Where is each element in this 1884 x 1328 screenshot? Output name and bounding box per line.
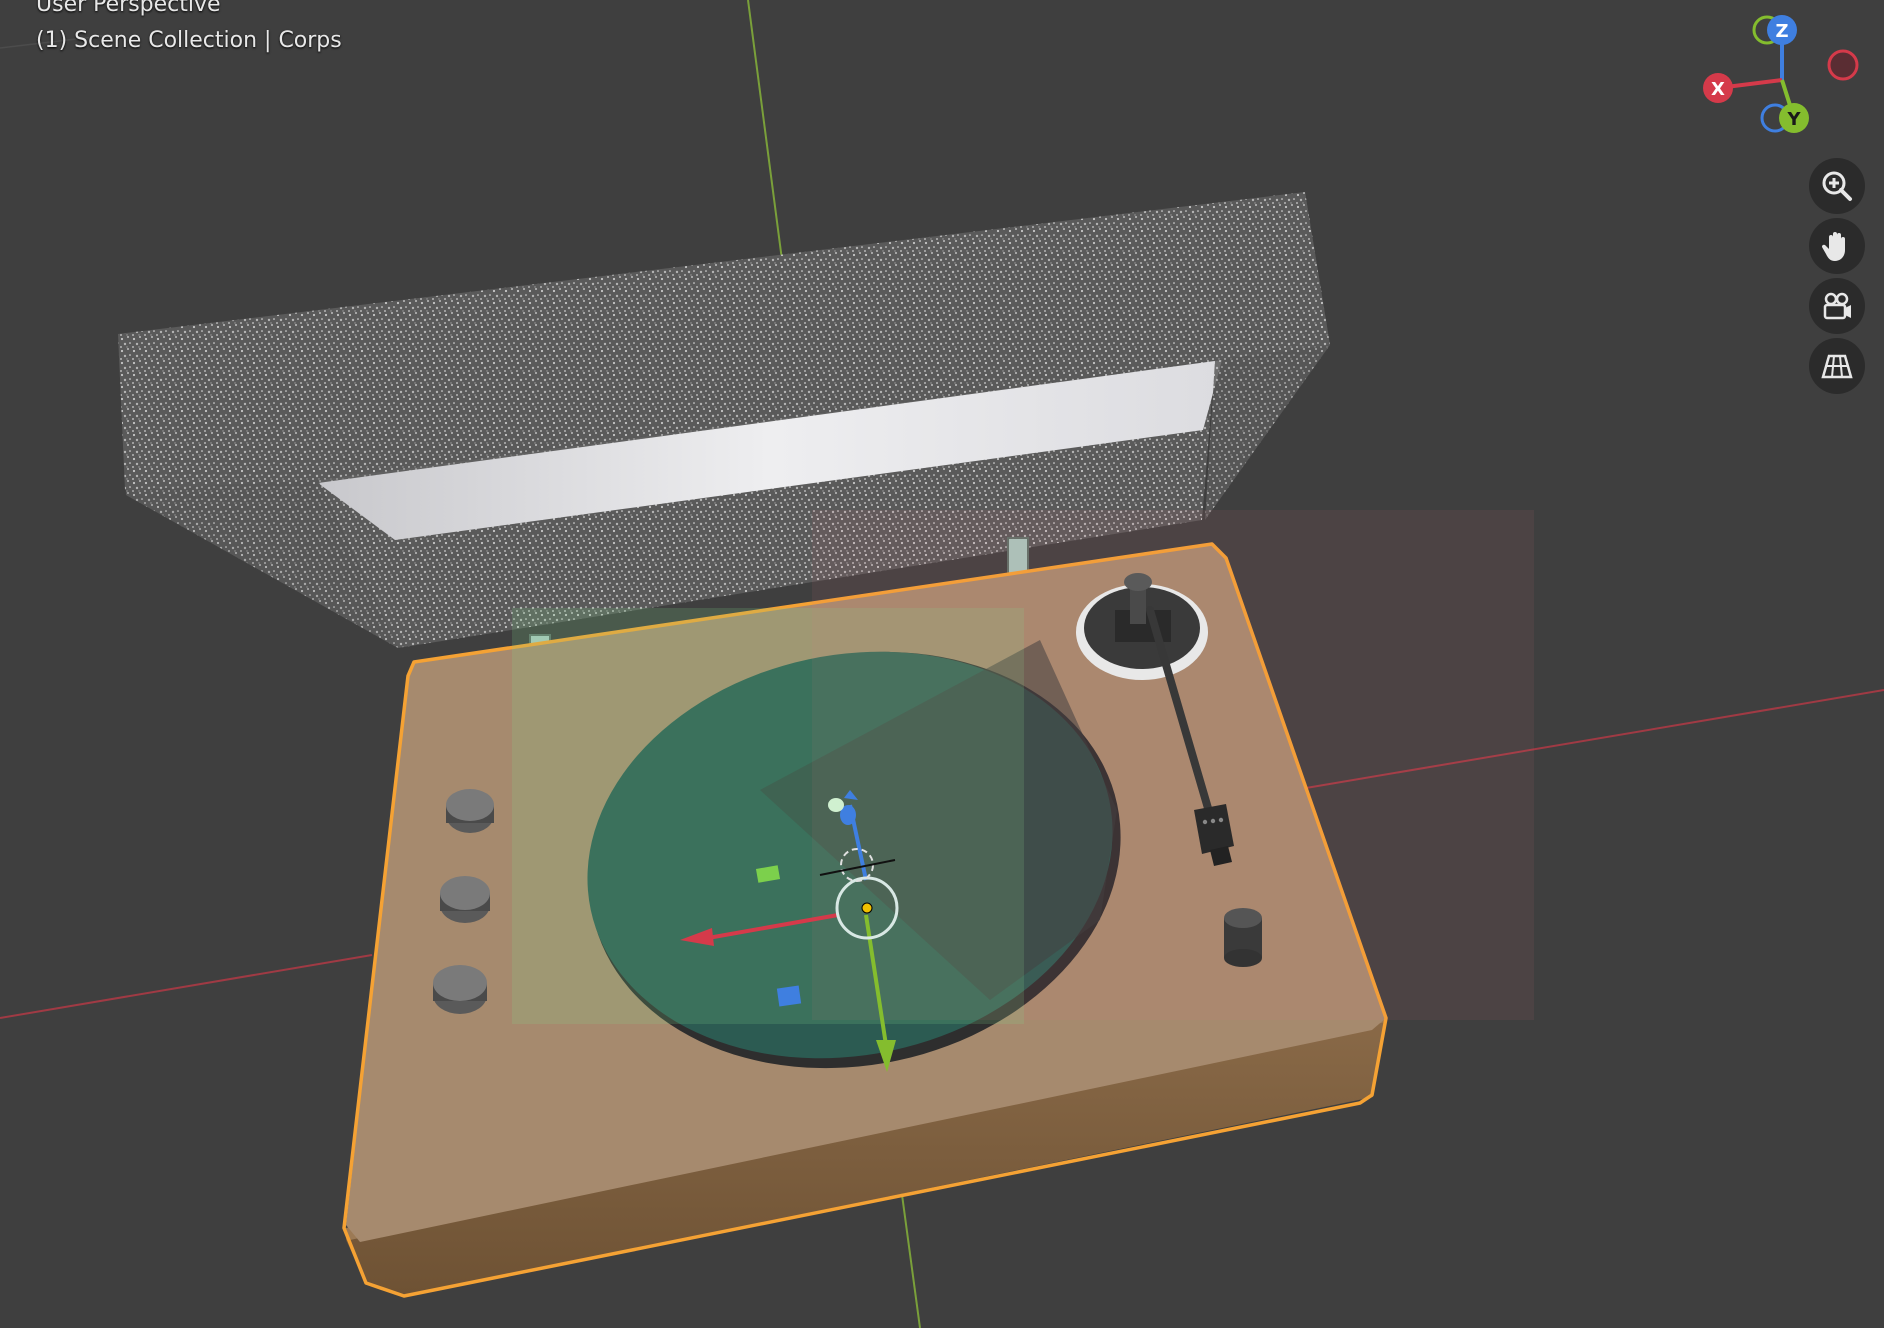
- ortho-toggle-button[interactable]: [1809, 338, 1865, 394]
- 3d-viewport[interactable]: User Perspective (1) Scene Collection | …: [0, 0, 1884, 1328]
- zoom-button[interactable]: [1809, 158, 1865, 214]
- navigation-gizmo[interactable]: Z X Y: [1690, 8, 1870, 148]
- ortho-grid-icon: [1821, 354, 1853, 379]
- camera-view-button[interactable]: [1809, 278, 1865, 334]
- x-axis-line-left: [0, 954, 373, 1019]
- scene-render[interactable]: [0, 0, 1884, 1328]
- y-axis-line: [747, 0, 783, 261]
- gizmo-y-label: Y: [1786, 109, 1801, 130]
- view-mode-label: User Perspective: [36, 0, 221, 17]
- hand-pan-icon: [1821, 232, 1845, 261]
- gizmo-x-label: X: [1711, 79, 1725, 100]
- camera-view-icon: [1823, 292, 1851, 320]
- zoom-icon: [1822, 171, 1852, 201]
- pan-button[interactable]: [1809, 218, 1865, 274]
- light-volume-red: [812, 510, 1534, 1020]
- scene-collection-label: (1) Scene Collection | Corps: [36, 28, 342, 53]
- gizmo-z-label: Z: [1775, 21, 1788, 42]
